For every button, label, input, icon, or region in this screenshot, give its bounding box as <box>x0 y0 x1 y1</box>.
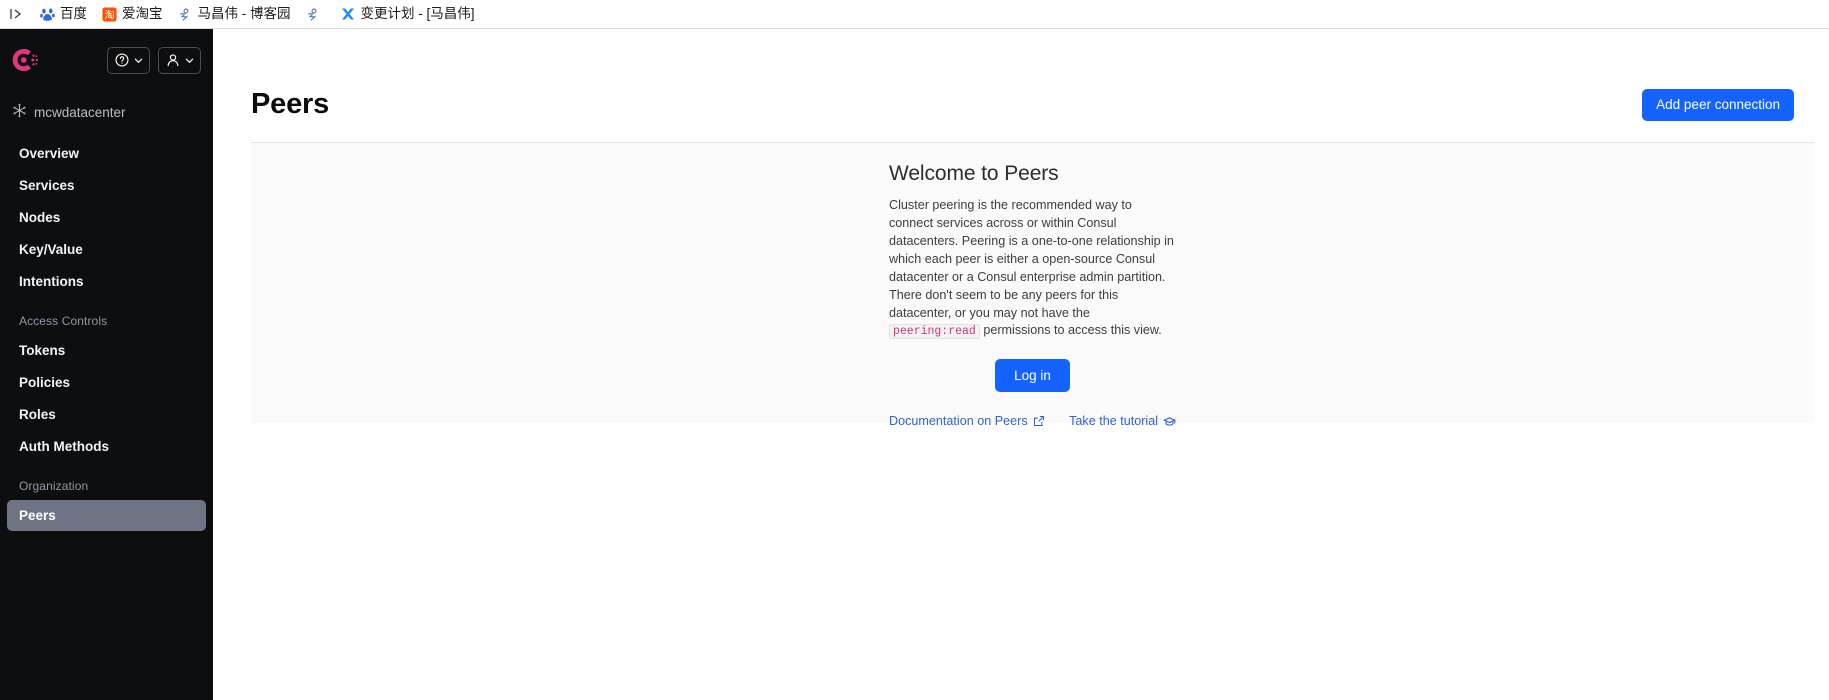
log-in-button[interactable]: Log in <box>995 359 1070 393</box>
svg-text:淘: 淘 <box>104 8 114 21</box>
sidebar-item-roles[interactable]: Roles <box>7 399 206 430</box>
app-container: mcwdatacenter Overview Services Nodes Ke… <box>0 29 1829 700</box>
tutorial-link-label: Take the tutorial <box>1069 414 1158 429</box>
sidebar-section-access-controls: Access Controls <box>19 314 108 328</box>
graduation-cap-icon <box>1163 415 1176 428</box>
bookmark-label: 马昌伟 - 博客园 <box>197 6 291 22</box>
page-header: Peers Add peer connection <box>213 29 1829 142</box>
bookmark-cnblogs-alt[interactable] <box>298 4 333 24</box>
chevron-down-icon <box>184 55 195 66</box>
user-icon <box>165 52 181 68</box>
sidebar-item-auth-methods[interactable]: Auth Methods <box>7 431 206 462</box>
bookmark-label: 百度 <box>60 6 87 22</box>
empty-state-title: Welcome to Peers <box>889 162 1059 185</box>
sidebar-item-peers[interactable]: Peers <box>7 500 206 531</box>
peers-empty-state-panel: Welcome to Peers Cluster peering is the … <box>251 142 1814 428</box>
sidebar-item-nodes[interactable]: Nodes <box>7 202 206 233</box>
sidebar: mcwdatacenter Overview Services Nodes Ke… <box>0 29 213 700</box>
bookmark-label: 爱淘宝 <box>122 6 163 22</box>
bookmark-baidu[interactable]: 百度 <box>32 4 94 24</box>
external-link-icon <box>1033 415 1045 427</box>
datacenter-icon <box>12 103 27 121</box>
bookmark-cnblogs[interactable]: 马昌伟 - 博客园 <box>170 4 298 24</box>
empty-state-links: Documentation on Peers Take the tutorial <box>889 414 1176 428</box>
browser-bookmarks-bar: 百度 淘 爱淘宝 马昌伟 - 博客园 变更计划 - [马昌伟] <box>0 0 1829 29</box>
page-title: Peers <box>251 88 330 120</box>
bookmark-taobao[interactable]: 淘 爱淘宝 <box>94 4 170 24</box>
cnblogs-icon <box>177 6 193 22</box>
user-menu-button[interactable] <box>158 46 201 74</box>
chevron-down-icon <box>133 55 144 66</box>
sidebar-item-intentions[interactable]: Intentions <box>7 266 206 297</box>
permission-code: peering:read <box>889 324 980 340</box>
consul-logo[interactable] <box>10 45 40 75</box>
sidebar-item-policies[interactable]: Policies <box>7 367 206 398</box>
documentation-link-label: Documentation on Peers <box>889 414 1028 429</box>
main-content: Peers Add peer connection Welcome to Pee… <box>213 29 1829 700</box>
question-circle-icon <box>114 52 130 68</box>
datacenter-name: mcwdatacenter <box>34 104 126 120</box>
sidebar-item-key-value[interactable]: Key/Value <box>7 234 206 265</box>
bookmark-label: 变更计划 - [马昌伟] <box>360 6 475 22</box>
bookmark-xmind[interactable]: 变更计划 - [马昌伟] <box>333 4 482 24</box>
sidebar-section-organization: Organization <box>19 479 89 493</box>
login-button-wrapper: Log in <box>889 359 1176 393</box>
empty-state-inner: Welcome to Peers Cluster peering is the … <box>889 162 1176 428</box>
add-peer-connection-button[interactable]: Add peer connection <box>1642 88 1794 121</box>
datacenter-selector[interactable]: mcwdatacenter <box>0 91 213 131</box>
sidebar-nav: Overview Services Nodes Key/Value Intent… <box>0 131 213 531</box>
xmind-icon <box>340 6 356 22</box>
empty-state-text-part2: permissions to access this view. <box>979 323 1162 338</box>
cnblogs-icon-2 <box>305 6 321 22</box>
sidebar-item-services[interactable]: Services <box>7 170 206 201</box>
empty-state-text-part1: Cluster peering is the recommended way t… <box>889 198 1174 320</box>
baidu-paw-icon <box>39 6 55 22</box>
sidebar-header-actions <box>107 46 201 74</box>
documentation-on-peers-link[interactable]: Documentation on Peers <box>889 414 1045 428</box>
help-menu-button[interactable] <box>107 46 150 74</box>
take-the-tutorial-link[interactable]: Take the tutorial <box>1069 414 1176 428</box>
taobao-icon: 淘 <box>101 6 117 22</box>
sidebar-item-tokens[interactable]: Tokens <box>7 335 206 366</box>
sidebar-header <box>0 29 213 91</box>
empty-state-description: Cluster peering is the recommended way t… <box>889 197 1176 341</box>
sidebar-item-overview[interactable]: Overview <box>7 138 206 169</box>
bookmarks-overflow-icon[interactable] <box>6 7 32 21</box>
